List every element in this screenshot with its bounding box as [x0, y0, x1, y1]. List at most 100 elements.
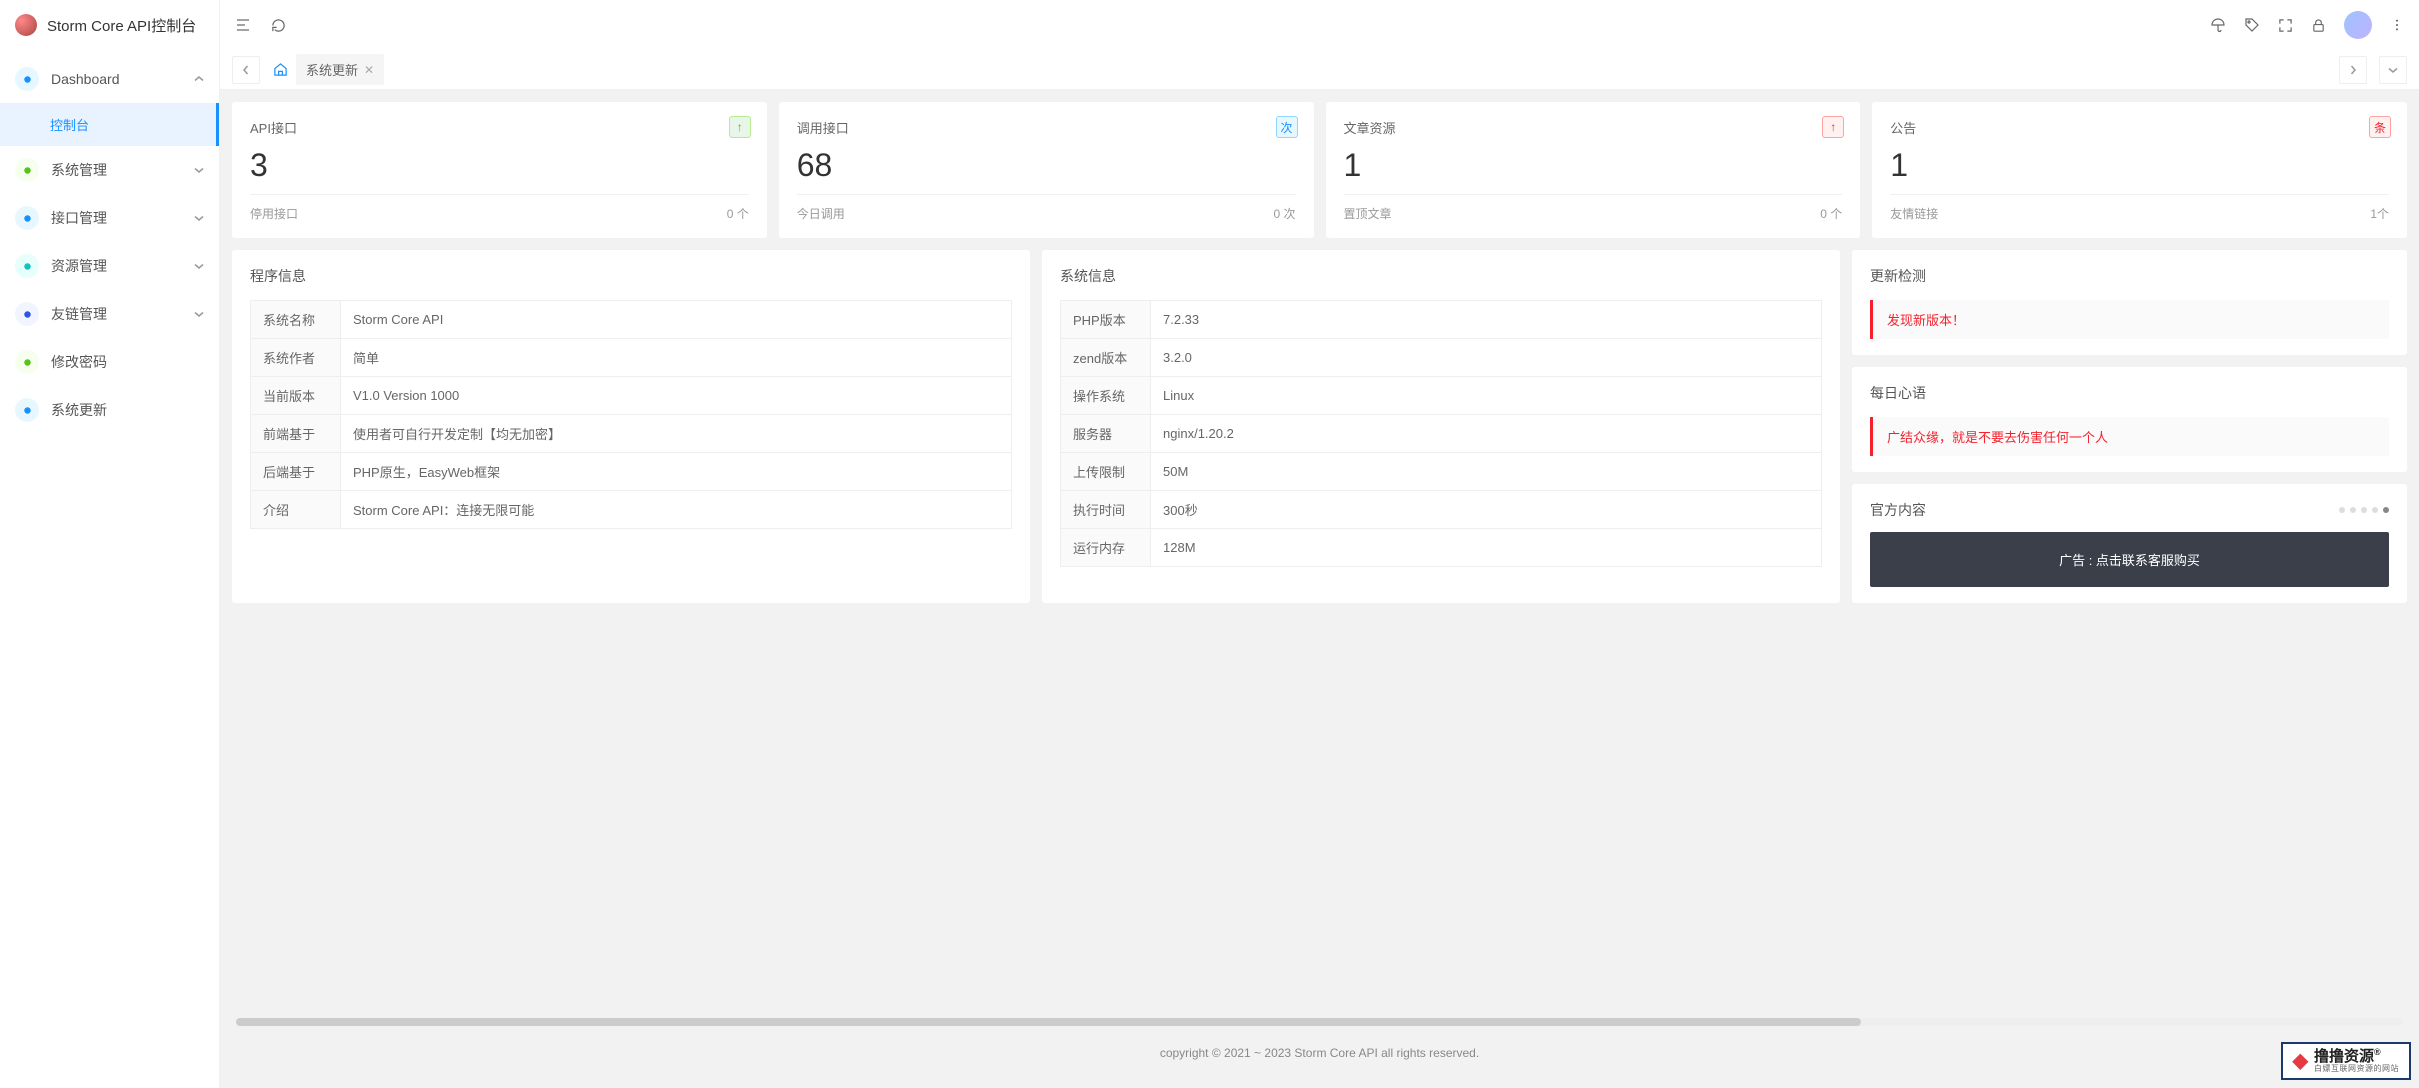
stat-sub-label: 停用接口 [250, 205, 298, 222]
app-logo-icon [15, 14, 37, 36]
tab-prev-button[interactable] [232, 56, 260, 84]
content: ↑API接口3停用接口0 个次调用接口68今日调用0 次↑文章资源1置顶文章0 … [220, 90, 2419, 1088]
sidebar-item-2[interactable]: 接口管理 [0, 194, 219, 242]
table-value: V1.0 Version 1000 [341, 377, 1012, 415]
table-row: PHP版本7.2.33 [1061, 301, 1822, 339]
card-title: 系统信息 [1060, 266, 1822, 286]
table-value: PHP原生，EasyWeb框架 [341, 453, 1012, 491]
table-value: nginx/1.20.2 [1151, 415, 1822, 453]
table-row: 执行时间300秒 [1061, 491, 1822, 529]
ad-banner[interactable]: 广告 : 点击联系客服购买 [1870, 532, 2389, 587]
sidebar-item-label: 系统管理 [51, 160, 182, 180]
stat-value: 1 [1344, 147, 1843, 184]
tab-close-icon[interactable]: ✕ [364, 63, 374, 77]
tab-home-button[interactable] [264, 56, 296, 84]
sidebar-item-4[interactable]: 友链管理 [0, 290, 219, 338]
menu-icon [15, 206, 39, 230]
dot-icon[interactable] [2383, 507, 2389, 513]
table-value: Linux [1151, 377, 1822, 415]
dot-icon[interactable] [2361, 507, 2367, 513]
sidebar-item-label: 系统更新 [51, 400, 204, 420]
footer-copyright: copyright © 2021 ~ 2023 Storm Core API a… [232, 1030, 2407, 1076]
fullscreen-icon[interactable] [2278, 18, 2293, 33]
table-row: 上传限制50M [1061, 453, 1822, 491]
dot-icon[interactable] [2350, 507, 2356, 513]
table-value: 简单 [341, 339, 1012, 377]
stat-sub-label: 今日调用 [797, 205, 845, 222]
program-info-card: 程序信息 系统名称Storm Core API系统作者简单当前版本V1.0 Ve… [232, 250, 1030, 603]
table-key: 介绍 [251, 491, 341, 529]
stat-title: 文章资源 [1344, 118, 1843, 137]
card-title: 每日心语 [1870, 383, 2389, 403]
stat-badge: 条 [2369, 116, 2391, 138]
table-value: 50M [1151, 453, 1822, 491]
menu-icon [15, 350, 39, 374]
watermark-logo-icon: ◆ [2293, 1048, 2308, 1073]
stat-card-2: ↑文章资源1置顶文章0 个 [1326, 102, 1861, 238]
table-value: Storm Core API：连接无限可能 [341, 491, 1012, 529]
stat-sub-value: 0 个 [727, 205, 749, 222]
tab-next-button[interactable] [2339, 56, 2367, 84]
lock-icon[interactable] [2311, 18, 2326, 33]
logo-area[interactable]: Storm Core API控制台 [0, 0, 219, 50]
sidebar-item-5[interactable]: 修改密码 [0, 338, 219, 386]
more-icon[interactable] [2390, 18, 2404, 32]
sidebar-item-0[interactable]: Dashboard [0, 55, 219, 103]
table-row: 服务器nginx/1.20.2 [1061, 415, 1822, 453]
sidebar-item-label: 资源管理 [51, 256, 182, 276]
tab-label: 系统更新 [306, 60, 358, 79]
chevron-down-icon [194, 210, 204, 226]
table-value: 7.2.33 [1151, 301, 1822, 339]
sidebar: Storm Core API控制台 Dashboard 控制台系统管理接口管理资源… [0, 0, 220, 1088]
sidebar-item-label: Dashboard [51, 71, 182, 87]
stat-badge: 次 [1276, 116, 1298, 138]
table-key: 系统名称 [251, 301, 341, 339]
umbrella-icon[interactable] [2210, 17, 2226, 33]
table-key: 上传限制 [1061, 453, 1151, 491]
stat-badge: ↑ [1822, 116, 1844, 138]
dot-icon[interactable] [2372, 507, 2378, 513]
chevron-down-icon [194, 162, 204, 178]
menu-icon [15, 254, 39, 278]
dot-icon[interactable] [2339, 507, 2345, 513]
menu-icon [15, 302, 39, 326]
table-row: 前端基于使用者可自行开发定制【均无加密】 [251, 415, 1012, 453]
table-row: zend版本3.2.0 [1061, 339, 1822, 377]
tab-dropdown-button[interactable] [2379, 56, 2407, 84]
chevron-down-icon [194, 306, 204, 322]
collapse-menu-icon[interactable] [235, 17, 251, 33]
table-row: 后端基于PHP原生，EasyWeb框架 [251, 453, 1012, 491]
table-key: 运行内存 [1061, 529, 1151, 567]
user-avatar[interactable] [2344, 11, 2372, 39]
table-row: 系统作者简单 [251, 339, 1012, 377]
stat-title: 调用接口 [797, 118, 1296, 137]
stat-card-3: 条公告1友情链接1个 [1872, 102, 2407, 238]
tag-icon[interactable] [2244, 17, 2260, 33]
app-title: Storm Core API控制台 [47, 15, 196, 36]
sidebar-item-label: 接口管理 [51, 208, 182, 228]
table-key: 当前版本 [251, 377, 341, 415]
stat-title: API接口 [250, 118, 749, 137]
table-row: 当前版本V1.0 Version 1000 [251, 377, 1012, 415]
stat-title: 公告 [1890, 118, 2389, 137]
horizontal-scrollbar[interactable] [236, 1018, 2403, 1026]
carousel-dots[interactable] [2339, 507, 2389, 513]
table-key: 服务器 [1061, 415, 1151, 453]
stat-sub-label: 友情链接 [1890, 205, 1938, 222]
sidebar-subitem[interactable]: 控制台 [0, 103, 219, 146]
table-value: 300秒 [1151, 491, 1822, 529]
sidebar-item-1[interactable]: 系统管理 [0, 146, 219, 194]
stat-value: 3 [250, 147, 749, 184]
sidebar-item-3[interactable]: 资源管理 [0, 242, 219, 290]
stat-card-1: 次调用接口68今日调用0 次 [779, 102, 1314, 238]
tab-system-update[interactable]: 系统更新 ✕ [296, 54, 384, 85]
table-value: 128M [1151, 529, 1822, 567]
table-key: 前端基于 [251, 415, 341, 453]
table-value: 3.2.0 [1151, 339, 1822, 377]
sidebar-item-6[interactable]: 系统更新 [0, 386, 219, 434]
refresh-icon[interactable] [271, 18, 286, 33]
card-title: 官方内容 [1870, 500, 1926, 520]
table-key: 操作系统 [1061, 377, 1151, 415]
sidebar-item-label: 友链管理 [51, 304, 182, 324]
update-check-card: 更新检测 发现新版本！ [1852, 250, 2407, 355]
